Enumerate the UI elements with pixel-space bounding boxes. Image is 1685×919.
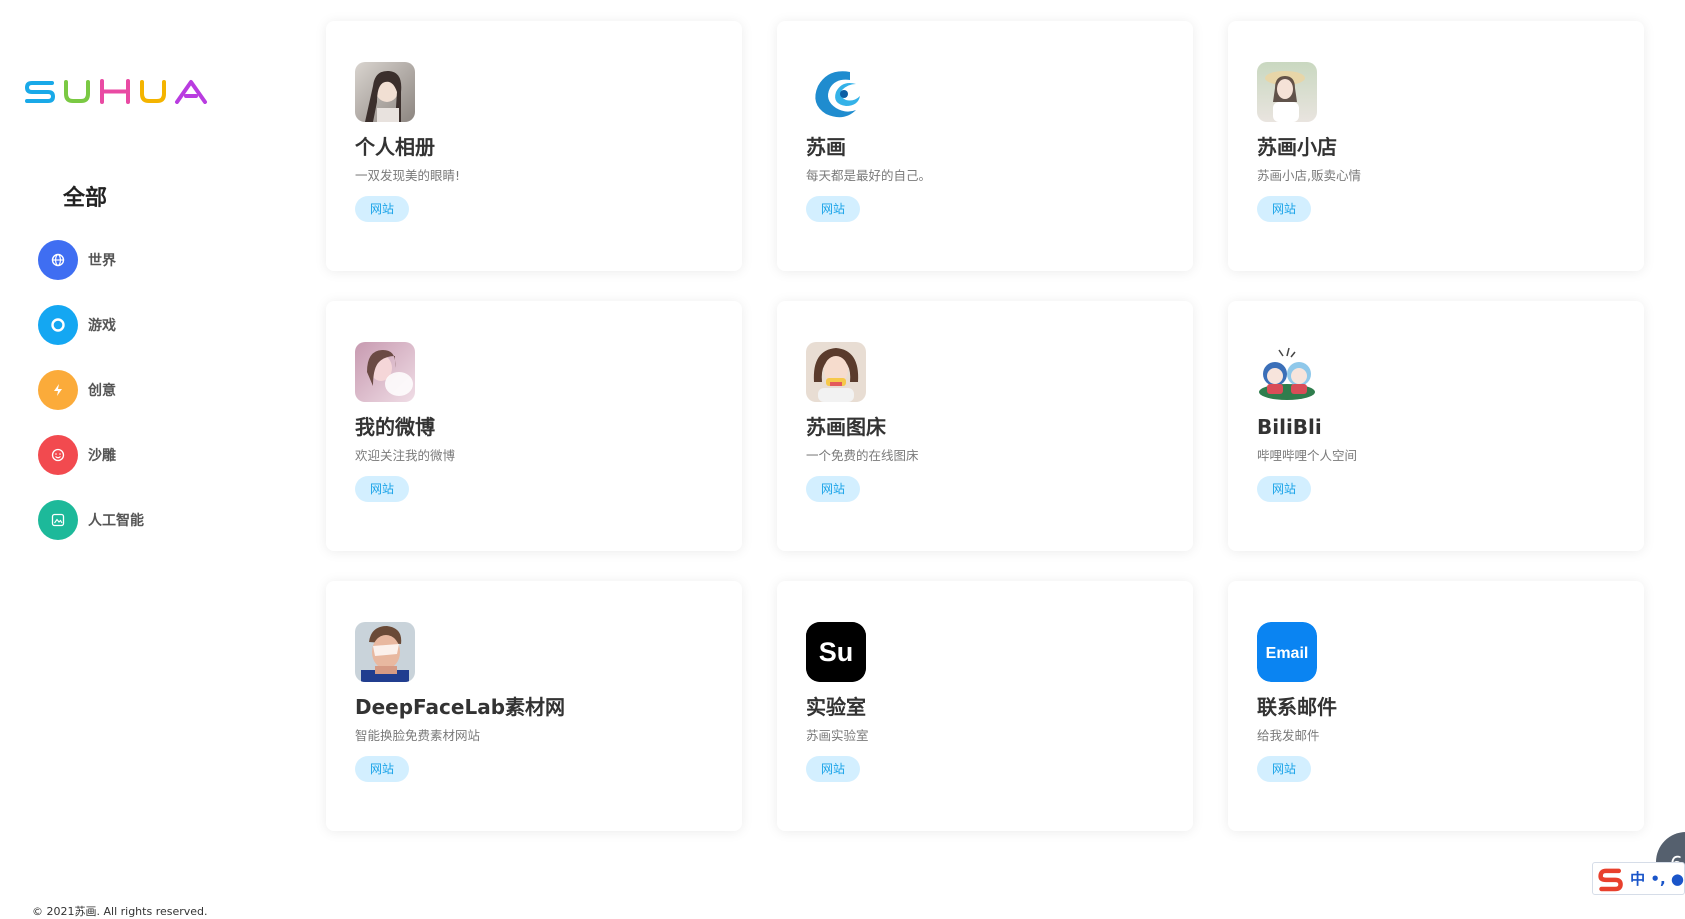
- card-title: 苏画: [806, 135, 846, 159]
- card-description: 欢迎关注我的微博: [355, 448, 456, 463]
- su-logo-icon: Su: [806, 622, 866, 682]
- portrait-photo-icon: [1257, 62, 1317, 122]
- bolt-icon: [38, 370, 78, 410]
- sidebar-item-label: 沙雕: [88, 448, 116, 464]
- category-nav: 世界 游戏 创意 沙雕 人工智能: [38, 240, 144, 565]
- card-description: 一个免费的在线图床: [806, 448, 919, 463]
- ime-status-text: 中 •, ●: [1630, 870, 1684, 888]
- sogou-s-icon: [1598, 868, 1623, 891]
- site-card[interactable]: Email 联系邮件 给我发邮件 网站: [1228, 581, 1644, 831]
- card-title: 苏画小店: [1257, 135, 1337, 159]
- anime-characters-icon: [1257, 342, 1317, 402]
- card-title: BiliBli: [1257, 415, 1322, 439]
- sidebar-item-label: 人工智能: [88, 513, 144, 529]
- card-title: 实验室: [806, 695, 866, 719]
- site-card[interactable]: 苏画图床 一个免费的在线图床 网站: [777, 301, 1193, 551]
- portrait-photo-icon: [355, 622, 415, 682]
- website-tag[interactable]: 网站: [1257, 196, 1312, 222]
- site-card[interactable]: 个人相册 一双发现美的眼睛! 网站: [326, 21, 742, 271]
- image-icon: [38, 500, 78, 540]
- card-title: DeepFaceLab素材网: [355, 695, 566, 719]
- email-logo-text: Email: [1266, 645, 1309, 662]
- card-description: 哔哩哔哩个人空间: [1257, 448, 1358, 463]
- globe-icon: [38, 240, 78, 280]
- site-card[interactable]: 我的微博 欢迎关注我的微博 网站: [326, 301, 742, 551]
- card-description: 每天都是最好的自己。: [806, 168, 932, 183]
- website-tag[interactable]: 网站: [1257, 756, 1312, 782]
- sidebar-item-world[interactable]: 世界: [38, 240, 144, 280]
- site-card[interactable]: Su 实验室 苏画实验室 网站: [777, 581, 1193, 831]
- sidebar-item-label: 创意: [88, 383, 116, 399]
- sidebar-item-creative[interactable]: 创意: [38, 370, 144, 410]
- sidebar-item-ai[interactable]: 人工智能: [38, 500, 144, 540]
- suhua-logo-mark: [24, 79, 207, 104]
- smile-icon: [38, 435, 78, 475]
- sidebar-item-label: 世界: [88, 253, 116, 269]
- website-tag[interactable]: 网站: [355, 476, 410, 502]
- sidebar-item-games[interactable]: 游戏: [38, 305, 144, 345]
- portrait-photo-icon: [806, 342, 866, 402]
- website-tag[interactable]: 网站: [806, 196, 861, 222]
- website-tag[interactable]: 网站: [355, 756, 410, 782]
- card-description: 给我发邮件: [1257, 728, 1320, 743]
- sidebar-item-funny[interactable]: 沙雕: [38, 435, 144, 475]
- sidebar-item-label: 游戏: [88, 318, 116, 334]
- site-card[interactable]: BiliBli 哔哩哔哩个人空间 网站: [1228, 301, 1644, 551]
- card-title: 联系邮件: [1257, 695, 1337, 719]
- suhua-logo[interactable]: [24, 78, 210, 104]
- website-tag[interactable]: 网站: [806, 756, 861, 782]
- portrait-photo-icon: [355, 62, 415, 122]
- site-card[interactable]: 苏画小店 苏画小店,贩卖心情 网站: [1228, 21, 1644, 271]
- su-logo-text: Su: [819, 637, 854, 667]
- sidebar: 全部 世界 游戏 创意 沙雕 人工智能 © 2021苏画. All rights…: [0, 0, 290, 918]
- card-description: 苏画小店,贩卖心情: [1257, 168, 1361, 183]
- swirl-logo-icon: [806, 62, 866, 122]
- site-card[interactable]: 苏画 每天都是最好的自己。 网站: [777, 21, 1193, 271]
- card-description: 苏画实验室: [806, 728, 869, 743]
- card-title: 个人相册: [355, 135, 435, 159]
- site-grid: 个人相册 一双发现美的眼睛! 网站 苏画 每天都是最好的自己。 网站 苏画小店 …: [326, 21, 1644, 831]
- card-description: 智能换脸免费素材网站: [355, 728, 481, 743]
- card-title: 苏画图床: [806, 415, 886, 439]
- website-tag[interactable]: 网站: [806, 476, 861, 502]
- website-tag[interactable]: 网站: [355, 196, 410, 222]
- email-icon: Email: [1257, 622, 1317, 682]
- website-tag[interactable]: 网站: [1257, 476, 1312, 502]
- portrait-photo-icon: [355, 342, 415, 402]
- site-card[interactable]: DeepFaceLab素材网 智能换脸免费素材网站 网站: [326, 581, 742, 831]
- category-title[interactable]: 全部: [63, 180, 107, 212]
- circle-icon: [38, 305, 78, 345]
- card-description: 一双发现美的眼睛!: [355, 168, 461, 183]
- card-title: 我的微博: [355, 415, 435, 439]
- ime-toolbar[interactable]: 中 •, ●: [1592, 862, 1685, 895]
